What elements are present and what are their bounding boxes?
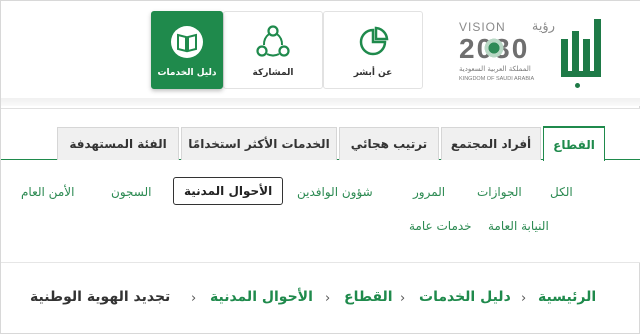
filter-all[interactable]: الكل: [550, 185, 573, 199]
pie-chart-icon: [359, 26, 389, 56]
participation-tile[interactable]: المشاركة: [223, 11, 323, 89]
filter-general-services[interactable]: خدمات عامة: [409, 219, 472, 233]
absher-logo[interactable]: [561, 19, 603, 89]
tab-target-group[interactable]: الفئة المستهدفة: [57, 127, 179, 160]
site-header: VISION رؤية 2030 المملكة العربية السعودي…: [1, 1, 640, 98]
vision-word-ar: رؤية: [531, 19, 555, 34]
tile-label: دليل الخدمات: [157, 68, 217, 78]
filter-traffic[interactable]: المرور: [413, 185, 445, 199]
tab-label: ترتيب هجائي: [350, 137, 428, 151]
tile-label: عن أبشر: [353, 68, 393, 78]
filter-public-security[interactable]: الأمن العام: [21, 185, 74, 199]
open-book-icon: [171, 26, 203, 58]
share-nodes-icon: [256, 25, 290, 57]
breadcrumb-sector[interactable]: القطاع: [344, 289, 393, 305]
breadcrumb-current: تجديد الهوية الوطنية: [30, 289, 171, 305]
vision-kingdom-ar: المملكة العربية السعودية: [459, 65, 531, 73]
filter-civil-affairs[interactable]: الأحوال المدنية: [173, 177, 284, 205]
tab-community-members[interactable]: أفراد المجتمع: [441, 127, 541, 160]
filter-passports[interactable]: الجوازات: [477, 185, 522, 199]
tab-most-used[interactable]: الخدمات الأكثر استخدامًا: [181, 127, 337, 160]
filter-prisons[interactable]: السجون: [111, 185, 151, 199]
vision-year: 2030: [459, 33, 555, 65]
filter-expatriates[interactable]: شؤون الوافدين: [297, 185, 373, 199]
tab-label: أفراد المجتمع: [450, 137, 532, 151]
tab-sector[interactable]: القطاع: [543, 126, 605, 161]
breadcrumb-home[interactable]: الرئيسية: [538, 289, 596, 305]
breadcrumb-separator: ‹: [521, 291, 527, 306]
tab-label: الخدمات الأكثر استخدامًا: [188, 137, 330, 151]
breadcrumb-separator: ‹: [191, 291, 197, 306]
vision-kingdom-en: KINGDOM OF SAUDI ARABIA: [459, 76, 535, 82]
services-guide-tile[interactable]: دليل الخدمات: [151, 11, 223, 89]
tab-label: القطاع: [553, 137, 595, 152]
breadcrumb-services-guide[interactable]: دليل الخدمات: [419, 289, 511, 305]
breadcrumb-civil-affairs[interactable]: الأحوال المدنية: [210, 289, 313, 305]
tab-alphabetical[interactable]: ترتيب هجائي: [339, 127, 439, 160]
breadcrumb-separator: ‹: [400, 291, 406, 306]
tab-label: الفئة المستهدفة: [69, 137, 167, 151]
palm-emblem-icon: [483, 37, 505, 59]
vision-2030-logo: VISION رؤية 2030 المملكة العربية السعودي…: [459, 19, 555, 91]
header-divider: [1, 98, 640, 106]
filter-public-prosecution[interactable]: النيابة العامة: [488, 219, 549, 233]
breadcrumb: تجديد الهوية الوطنية ‹ الأحوال المدنية ‹…: [1, 289, 640, 319]
vision-word: VISION: [459, 19, 506, 34]
services-filter-panel: القطاع أفراد المجتمع ترتيب هجائي الخدمات…: [1, 108, 640, 263]
breadcrumb-separator: ‹: [325, 291, 331, 306]
about-absher-tile[interactable]: عن أبشر: [323, 11, 423, 89]
tile-label: المشاركة: [252, 68, 294, 78]
